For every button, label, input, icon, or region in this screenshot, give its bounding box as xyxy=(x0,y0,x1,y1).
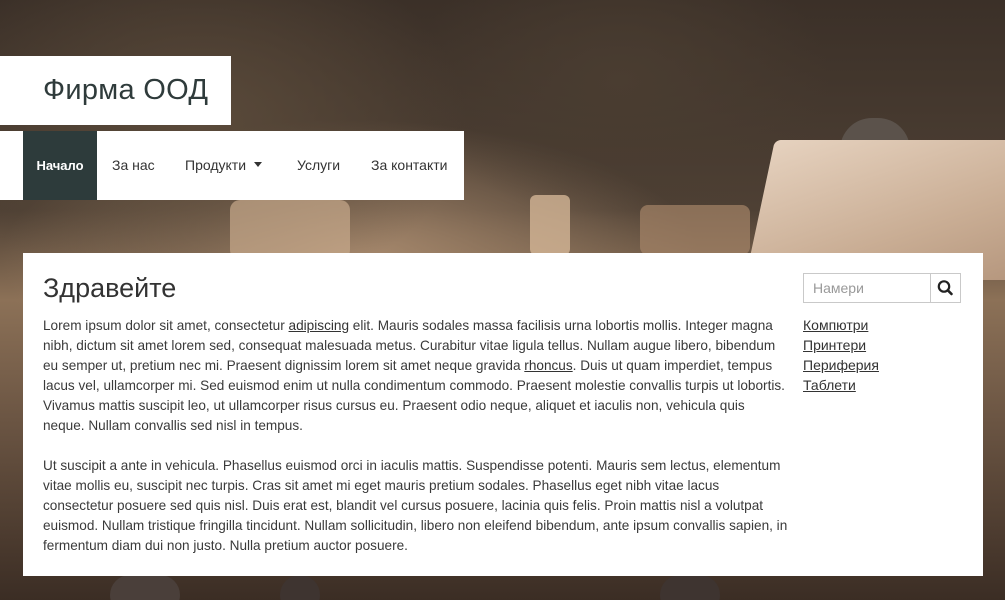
category-link-computers[interactable]: Компютри xyxy=(803,315,879,335)
search-box xyxy=(803,273,961,303)
nav-item-label: За нас xyxy=(112,157,155,173)
category-link-printers[interactable]: Принтери xyxy=(803,335,879,355)
nav-item-label: Продукти xyxy=(185,157,247,173)
nav-item-label: За контакти xyxy=(371,157,448,173)
paragraph-1: Lorem ipsum dolor sit amet, consectetur … xyxy=(43,316,788,436)
inline-link-adipiscing[interactable]: adipiscing xyxy=(289,318,349,333)
brand-name[interactable]: Фирма ООД xyxy=(43,74,208,107)
nav-item-services[interactable]: Услуги xyxy=(297,131,340,200)
paragraph-text: Lorem ipsum dolor sit amet, consectetur xyxy=(43,318,289,333)
category-link-tablets[interactable]: Таблети xyxy=(803,375,879,395)
nav-item-products[interactable]: Продукти xyxy=(185,131,263,200)
article-body: Lorem ipsum dolor sit amet, consectetur … xyxy=(43,316,788,576)
category-link-peripherals[interactable]: Периферия xyxy=(803,355,879,375)
nav-item-label: Услуги xyxy=(297,157,341,173)
inline-link-rhoncus[interactable]: rhoncus xyxy=(524,358,572,373)
chevron-down-icon xyxy=(254,161,263,167)
nav-item-contacts[interactable]: За контакти xyxy=(371,131,448,200)
site-brand[interactable]: Фирма ООД xyxy=(0,56,231,125)
search-button[interactable] xyxy=(931,274,960,302)
main-nav: Начало За нас Продукти Услуги За контакт… xyxy=(0,131,464,200)
nav-item-label: Начало xyxy=(36,158,84,173)
page-title: Здравейте xyxy=(43,273,177,303)
nav-item-about[interactable]: За нас xyxy=(112,131,155,200)
nav-item-home[interactable]: Начало xyxy=(23,131,97,200)
category-links: Компютри Принтери Периферия Таблети xyxy=(803,315,879,395)
search-input[interactable] xyxy=(804,274,931,302)
content-panel: Здравейте Lorem ipsum dolor sit amet, co… xyxy=(23,253,983,576)
paragraph-2: Ut suscipit a ante in vehicula. Phasellu… xyxy=(43,458,788,553)
search-icon xyxy=(937,280,953,296)
